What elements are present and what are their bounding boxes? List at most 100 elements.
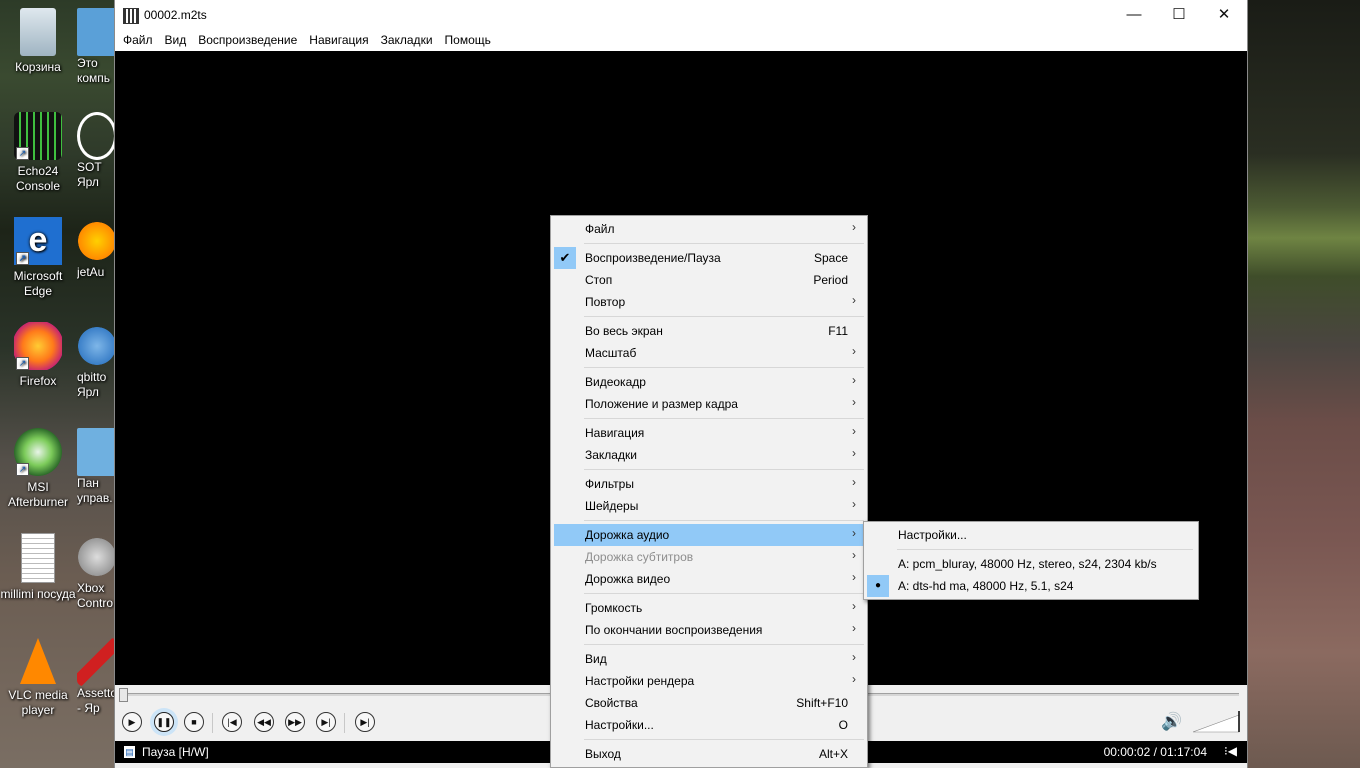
play-button[interactable]: ▶ bbox=[122, 712, 142, 732]
context-menu-item[interactable]: Шейдеры › bbox=[554, 495, 864, 517]
context-menu-item[interactable]: Громкость › bbox=[554, 597, 864, 619]
context-menu-shortcut: Shift+F10 bbox=[796, 696, 848, 710]
menu-bar: Файл Вид Воспроизведение Навигация Закладки П… bbox=[115, 30, 1247, 51]
fast-forward-button[interactable]: ▶▶ bbox=[285, 712, 305, 732]
app-icon bbox=[123, 8, 139, 24]
menu-playback[interactable]: Воспроизведение bbox=[193, 30, 302, 47]
context-menu-item[interactable]: Фильтры › bbox=[554, 473, 864, 495]
context-menu-item-label: Вид bbox=[585, 652, 607, 666]
next-button[interactable]: ▶| bbox=[316, 712, 336, 732]
checkmark-icon: ✔ bbox=[554, 247, 576, 269]
menu-bookmarks[interactable]: Закладки bbox=[376, 30, 438, 47]
menu-separator bbox=[584, 593, 864, 594]
volume-slider[interactable] bbox=[1193, 711, 1243, 733]
desktop-icon-qbittorrent[interactable]: qbitto Ярл bbox=[77, 322, 117, 400]
context-menu-shortcut: Period bbox=[813, 273, 848, 287]
context-menu-item[interactable]: Стоп Period bbox=[554, 269, 864, 291]
context-menu-item[interactable]: Дорожка аудио › bbox=[554, 524, 864, 546]
menu-separator bbox=[584, 316, 864, 317]
menu-file[interactable]: Файл bbox=[118, 30, 158, 47]
desktop-background-right bbox=[1246, 0, 1360, 768]
desktop-icon-control-panel[interactable]: Пан управ. bbox=[77, 428, 117, 506]
desktop-icon-label: Пан управ. bbox=[77, 476, 113, 505]
context-menu-item-label: Фильтры bbox=[585, 477, 634, 491]
audio-settings-label: Настройки... bbox=[898, 528, 967, 542]
control-panel-icon bbox=[77, 428, 117, 476]
menu-help[interactable]: Помощь bbox=[440, 30, 496, 47]
context-menu-item[interactable]: ✔ Воспроизведение/Пауза Space bbox=[554, 247, 864, 269]
minimize-button[interactable]: — bbox=[1111, 0, 1157, 30]
assetto-icon bbox=[77, 638, 117, 686]
context-menu-item[interactable]: Во весь экран F11 bbox=[554, 320, 864, 342]
context-menu-item[interactable]: Настройки рендера › bbox=[554, 670, 864, 692]
chevron-right-icon: › bbox=[852, 220, 856, 234]
desktop-icon-firefox[interactable]: ↗ Firefox bbox=[0, 322, 76, 389]
context-menu-shortcut: Alt+X bbox=[818, 747, 848, 761]
pause-button[interactable]: ❚❚ bbox=[154, 712, 174, 732]
menu-navigation[interactable]: Навигация bbox=[304, 30, 373, 47]
desktop-icon-vlc[interactable]: VLC media player bbox=[0, 638, 76, 718]
context-menu-item[interactable]: Вид › bbox=[554, 648, 864, 670]
close-button[interactable]: ✕ bbox=[1201, 0, 1247, 30]
context-menu-item-label: Настройки... bbox=[585, 718, 654, 732]
desktop-icon-sot[interactable]: SOT Ярл bbox=[77, 112, 117, 190]
context-menu-item[interactable]: Повтор › bbox=[554, 291, 864, 313]
desktop-icon-edge[interactable]: e ↗ Microsoft Edge bbox=[0, 217, 76, 299]
context-menu-item[interactable]: Настройки... O bbox=[554, 714, 864, 736]
context-menu-item[interactable]: Файл › bbox=[554, 218, 864, 240]
context-menu-shortcut: F11 bbox=[828, 324, 848, 338]
context-menu-item[interactable]: Закладки › bbox=[554, 444, 864, 466]
desktop-icon-recycle-bin[interactable]: Корзина bbox=[0, 8, 76, 75]
rewind-button[interactable]: ◀◀ bbox=[254, 712, 274, 732]
context-menu-item-label: Навигация bbox=[585, 426, 645, 440]
context-menu-item[interactable]: Дорожка видео › bbox=[554, 568, 864, 590]
desktop-icon-label: Это компь bbox=[77, 56, 111, 85]
audio-settings-item[interactable]: Настройки... bbox=[867, 524, 1195, 546]
desktop-icon-label: Microsoft Edge bbox=[13, 269, 63, 298]
stop-button[interactable]: ■ bbox=[184, 712, 204, 732]
context-menu-item-label: Дорожка аудио bbox=[585, 528, 670, 542]
desktop-icon-label: Xbox Contro bbox=[77, 581, 114, 610]
resize-grip-icon[interactable]: ⁝◀ bbox=[1224, 744, 1237, 758]
context-menu-item[interactable]: Навигация › bbox=[554, 422, 864, 444]
desktop-icon-msi-afterburner[interactable]: ↗ MSI Afterburner bbox=[0, 428, 76, 510]
chevron-right-icon: › bbox=[852, 526, 856, 540]
desktop-icon-echo24[interactable]: ↗ Echo24 Console bbox=[0, 112, 76, 194]
context-menu-item[interactable]: Положение и размер кадра › bbox=[554, 393, 864, 415]
context-menu-item-label: Шейдеры bbox=[585, 499, 639, 513]
chevron-right-icon: › bbox=[852, 344, 856, 358]
chevron-right-icon: › bbox=[852, 293, 856, 307]
context-menu-item[interactable]: Масштаб › bbox=[554, 342, 864, 364]
toolbar-separator bbox=[212, 713, 213, 733]
xbox-icon bbox=[77, 533, 117, 581]
echo24-icon: ↗ bbox=[14, 112, 62, 160]
desktop-icon-millimi[interactable]: millimi посуда bbox=[0, 533, 76, 602]
audio-track-item-selected[interactable]: ● A: dts-hd ma, 48000 Hz, 5.1, s24 bbox=[867, 575, 1195, 597]
window-title: 00002.m2ts bbox=[144, 8, 207, 22]
desktop-icon-xbox[interactable]: Xbox Contro bbox=[77, 533, 117, 611]
desktop-icon-this-pc[interactable]: Это компь bbox=[77, 8, 117, 86]
context-menu-item-label: Положение и размер кадра bbox=[585, 397, 738, 411]
frame-step-button[interactable]: ▶| bbox=[355, 712, 375, 732]
desktop-icon-jetaudio[interactable]: jetAu bbox=[77, 217, 117, 280]
previous-button[interactable]: |◀ bbox=[222, 712, 242, 732]
afterburner-icon: ↗ bbox=[14, 428, 62, 476]
menu-view[interactable]: Вид bbox=[160, 30, 192, 47]
context-menu-item[interactable]: Свойства Shift+F10 bbox=[554, 692, 864, 714]
context-menu-item[interactable]: Выход Alt+X bbox=[554, 743, 864, 765]
desktop-icon-label: Assetto - Яр bbox=[77, 686, 117, 715]
context-menu-shortcut: Space bbox=[813, 251, 848, 265]
speaker-icon[interactable]: 🔊 bbox=[1161, 712, 1182, 732]
chevron-right-icon: › bbox=[852, 570, 856, 584]
desktop-icon-label: Корзина bbox=[15, 60, 61, 74]
context-menu-item-label: По окончании воспроизведения bbox=[585, 623, 763, 637]
desktop-icon-assetto[interactable]: Assetto - Яр bbox=[77, 638, 117, 716]
vlc-cone-icon bbox=[20, 638, 56, 684]
context-menu-item[interactable]: По окончании воспроизведения › bbox=[554, 619, 864, 641]
audio-track-item[interactable]: A: pcm_bluray, 48000 Hz, stereo, s24, 23… bbox=[867, 553, 1195, 575]
seek-thumb[interactable] bbox=[119, 688, 129, 702]
file-type-icon: ▤ bbox=[124, 746, 135, 758]
title-bar[interactable]: 00002.m2ts — ☐ ✕ bbox=[115, 0, 1247, 30]
maximize-button[interactable]: ☐ bbox=[1156, 0, 1202, 30]
context-menu-item[interactable]: Видеокадр › bbox=[554, 371, 864, 393]
